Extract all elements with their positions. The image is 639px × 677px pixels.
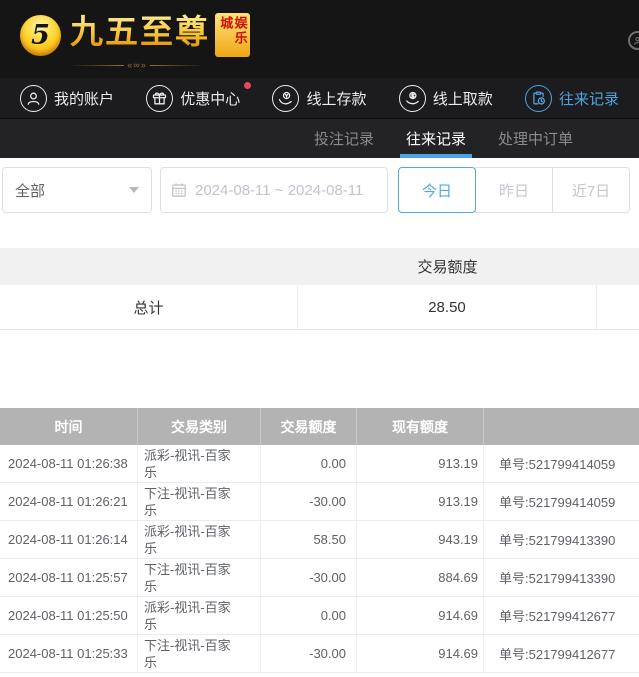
cell-balance: 913.19 [356, 445, 483, 482]
cell-amount: -30.00 [260, 559, 356, 596]
summary-header-amount: 交易额度 [298, 248, 597, 285]
cell-time: 2024-08-11 01:26:38 [0, 445, 137, 482]
cell-amount: 0.00 [260, 597, 356, 634]
cell-type: 派彩-视讯-百家乐 [137, 445, 260, 482]
table-body: 2024-08-11 01:26:38 派彩-视讯-百家乐 0.00 913.1… [0, 445, 639, 673]
nav-item-promotions[interactable]: 优惠中心 [146, 85, 240, 112]
brand-name: 九五至尊 [70, 13, 210, 50]
cell-balance: 914.69 [356, 635, 483, 672]
records-table: 时间 交易类别 交易额度 现有额度 2024-08-11 01:26:38 派彩… [0, 408, 639, 673]
col-header-amount: 交易额度 [260, 408, 356, 445]
sub-nav: 投注记录 往来记录 处理中订单 [0, 118, 639, 158]
cell-amount: -30.00 [260, 483, 356, 520]
records-icon [525, 85, 552, 112]
user-icon [20, 85, 47, 112]
tab-processing-orders[interactable]: 处理中订单 [492, 119, 579, 158]
brand-logo-glyph: 5 [31, 20, 50, 51]
cell-type: 下注-视讯-百家乐 [137, 483, 260, 520]
table-header-row: 时间 交易类别 交易额度 现有额度 [0, 408, 639, 445]
table-row: 2024-08-11 01:25:57 下注-视讯-百家乐 -30.00 884… [0, 559, 639, 597]
cell-type: 派彩-视讯-百家乐 [137, 597, 260, 634]
withdraw-icon [399, 85, 426, 112]
cell-type: 下注-视讯-百家乐 [137, 635, 260, 672]
cell-time: 2024-08-11 01:26:14 [0, 521, 137, 558]
cell-type: 派彩-视讯-百家乐 [137, 521, 260, 558]
cell-order: 单号:521799412677 [483, 635, 639, 672]
gift-icon [146, 85, 173, 112]
cell-time: 2024-08-11 01:25:57 [0, 559, 137, 596]
nav-item-label: 优惠中心 [180, 88, 240, 109]
nav-item-label: 线上存款 [306, 88, 366, 109]
cell-balance: 943.19 [356, 521, 483, 558]
cell-amount: -30.00 [260, 635, 356, 672]
cell-time: 2024-08-11 01:25:50 [0, 597, 137, 634]
cell-amount: 58.50 [260, 521, 356, 558]
yesterday-button[interactable]: 昨日 [475, 167, 553, 213]
brand-flourish-ornament: «∞» [70, 61, 204, 70]
col-header-time: 时间 [0, 408, 137, 445]
table-row: 2024-08-11 01:25:33 下注-视讯-百家乐 -30.00 914… [0, 635, 639, 673]
chevron-down-icon [129, 187, 139, 193]
cell-amount: 0.00 [260, 445, 356, 482]
cell-balance: 914.69 [356, 597, 483, 634]
nav-item-withdraw[interactable]: 线上取款 [399, 85, 493, 112]
cell-time: 2024-08-11 01:25:33 [0, 635, 137, 672]
filter-bar: 全部 2024-08-11 ~ 2024-08-11 今日 昨日 近7日 [0, 158, 639, 222]
cell-order: 单号:521799412677 [483, 597, 639, 634]
summary-table: 交易额度 总计 28.50 [0, 248, 639, 330]
brand-logo[interactable]: 5 九五至尊 娱乐城 «∞» [20, 13, 250, 70]
table-row: 2024-08-11 01:26:21 下注-视讯-百家乐 -30.00 913… [0, 483, 639, 521]
nav-item-label: 往来记录 [559, 88, 619, 109]
col-header-balance: 现有额度 [356, 408, 483, 445]
date-range-input[interactable]: 2024-08-11 ~ 2024-08-11 [160, 167, 388, 213]
table-row: 2024-08-11 01:26:14 派彩-视讯-百家乐 58.50 943.… [0, 521, 639, 559]
summary-total-value: 28.50 [298, 285, 597, 329]
summary-total-row: 总计 28.50 [0, 285, 639, 330]
col-header-order [483, 408, 639, 445]
brand-logo-icon: 5 [20, 15, 61, 56]
type-select-value: 全部 [15, 180, 45, 201]
nav-item-label: 线上取款 [433, 88, 493, 109]
main-nav: 我的账户 优惠中心 线上存款 线上取款 往来记录 [0, 78, 639, 118]
table-row: 2024-08-11 01:26:38 派彩-视讯-百家乐 0.00 913.1… [0, 445, 639, 483]
cell-order: 单号:521799413390 [483, 559, 639, 596]
calendar-icon [171, 182, 187, 198]
notification-dot [244, 82, 251, 89]
nav-item-my-account[interactable]: 我的账户 [20, 85, 114, 112]
summary-total-label: 总计 [0, 285, 298, 329]
cell-order: 单号:521799414059 [483, 483, 639, 520]
cell-time: 2024-08-11 01:26:21 [0, 483, 137, 520]
last-7-days-button[interactable]: 近7日 [552, 167, 630, 213]
cell-order: 单号:521799413390 [483, 521, 639, 558]
site-header: 5 九五至尊 娱乐城 «∞» [0, 0, 639, 78]
nav-item-label: 我的账户 [54, 88, 114, 109]
summary-header-row: 交易额度 [0, 248, 639, 285]
nav-item-transaction-records[interactable]: 往来记录 [525, 85, 619, 112]
cell-balance: 884.69 [356, 559, 483, 596]
quick-range-buttons: 今日 昨日 近7日 [398, 167, 630, 213]
summary-header-empty [0, 248, 298, 285]
today-button[interactable]: 今日 [398, 167, 476, 213]
col-header-type: 交易类别 [137, 408, 260, 445]
deposit-icon [272, 85, 299, 112]
tab-bet-records[interactable]: 投注记录 [308, 119, 380, 158]
brand-badge: 娱乐城 [215, 13, 250, 57]
tab-transaction-records[interactable]: 往来记录 [400, 119, 472, 158]
type-select[interactable]: 全部 [2, 167, 152, 213]
cell-order: 单号:521799414059 [483, 445, 639, 482]
nav-item-deposit[interactable]: 线上存款 [272, 85, 366, 112]
table-row: 2024-08-11 01:25:50 派彩-视讯-百家乐 0.00 914.6… [0, 597, 639, 635]
date-range-value: 2024-08-11 ~ 2024-08-11 [195, 182, 363, 199]
cell-balance: 913.19 [356, 483, 483, 520]
cell-type: 下注-视讯-百家乐 [137, 559, 260, 596]
user-circle-icon[interactable] [628, 31, 639, 50]
